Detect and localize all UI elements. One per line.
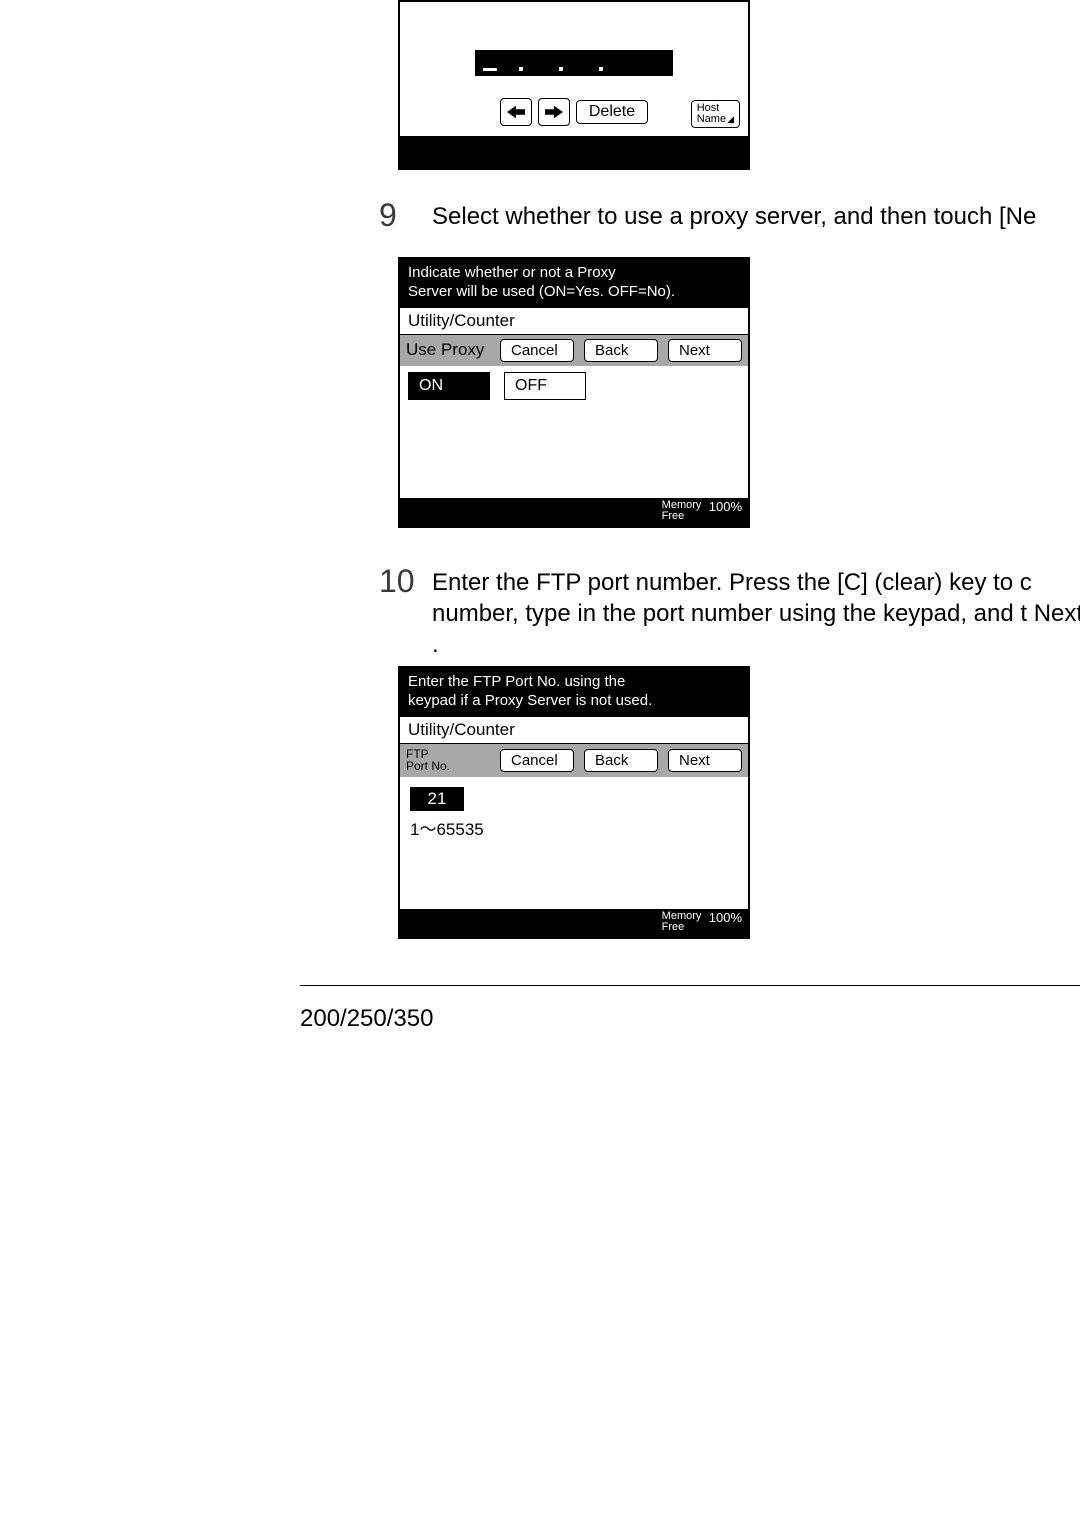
proxy-on-button[interactable]: ON: [408, 372, 490, 400]
proxy-toolbar: Use Proxy Cancel Back Next: [400, 335, 748, 366]
proxy-body: ON OFF: [400, 366, 748, 498]
use-proxy-label: Use Proxy: [406, 340, 484, 360]
step-number-10: 10: [379, 563, 415, 600]
next-button[interactable]: Next: [668, 339, 742, 362]
cancel-button[interactable]: Cancel: [500, 339, 574, 362]
next-button[interactable]: Next: [668, 749, 742, 772]
arrow-left-icon: [507, 105, 525, 119]
proxy-header-line2: Server will be used (ON=Yes. OFF=No).: [408, 283, 675, 300]
step-text-10: Enter the FTP port number. Press the [C]…: [432, 567, 1080, 661]
cancel-button[interactable]: Cancel: [500, 749, 574, 772]
port-footer: Memory Free 100%: [400, 909, 748, 937]
divider: [300, 985, 1080, 986]
host-name-label-line2: Name: [697, 113, 726, 125]
memory-free-percent: 100%: [709, 500, 742, 514]
corner-icon: ◢: [727, 114, 734, 124]
host-name-button[interactable]: Host Name◢: [691, 100, 740, 128]
port-header: Enter the FTP Port No. using the keypad …: [400, 668, 748, 717]
step-text-9: Select whether to use a proxy server, an…: [432, 201, 1080, 232]
memory-free-label: Memory Free: [662, 500, 702, 522]
ip-input-display: [475, 50, 673, 76]
ftp-port-label: FTP Port No.: [406, 748, 450, 773]
port-header-line2: keypad if a Proxy Server is not used.: [408, 692, 652, 709]
ip-entry-footer: [400, 136, 748, 168]
port-toolbar: FTP Port No. Cancel Back Next: [400, 744, 748, 777]
back-button[interactable]: Back: [584, 339, 658, 362]
arrow-right-button[interactable]: [538, 98, 570, 126]
back-button[interactable]: Back: [584, 749, 658, 772]
page-footer-model: 200/250/350: [300, 1005, 433, 1033]
proxy-options: ON OFF: [400, 366, 748, 406]
port-value-block: 21 1～65535: [400, 777, 748, 844]
port-body: 21 1～65535: [400, 777, 748, 909]
port-range: 1～65535: [410, 815, 738, 840]
step-number-9: 9: [379, 197, 397, 234]
proxy-header: Indicate whether or not a Proxy Server w…: [400, 259, 748, 308]
proxy-header-line1: Indicate whether or not a Proxy: [408, 264, 616, 281]
ip-entry-toolbar: Delete Host Name◢: [400, 92, 748, 136]
ip-entry-screen: Delete Host Name◢: [398, 0, 750, 170]
host-name-label-line1: Host: [697, 102, 720, 114]
port-screen: Enter the FTP Port No. using the keypad …: [398, 666, 750, 939]
memory-free-percent: 100%: [709, 911, 742, 925]
port-header-line1: Enter the FTP Port No. using the: [408, 673, 625, 690]
utility-counter-label: Utility/Counter: [400, 717, 748, 744]
proxy-off-button[interactable]: OFF: [504, 372, 586, 400]
ip-entry-body: [400, 2, 748, 92]
arrow-right-icon: [545, 105, 563, 119]
utility-counter-label: Utility/Counter: [400, 308, 748, 335]
proxy-footer: Memory Free 100%: [400, 498, 748, 526]
proxy-screen: Indicate whether or not a Proxy Server w…: [398, 257, 750, 528]
arrow-left-button[interactable]: [500, 98, 532, 126]
memory-free-label: Memory Free: [662, 911, 702, 933]
port-value: 21: [410, 787, 464, 811]
delete-button[interactable]: Delete: [576, 100, 648, 124]
